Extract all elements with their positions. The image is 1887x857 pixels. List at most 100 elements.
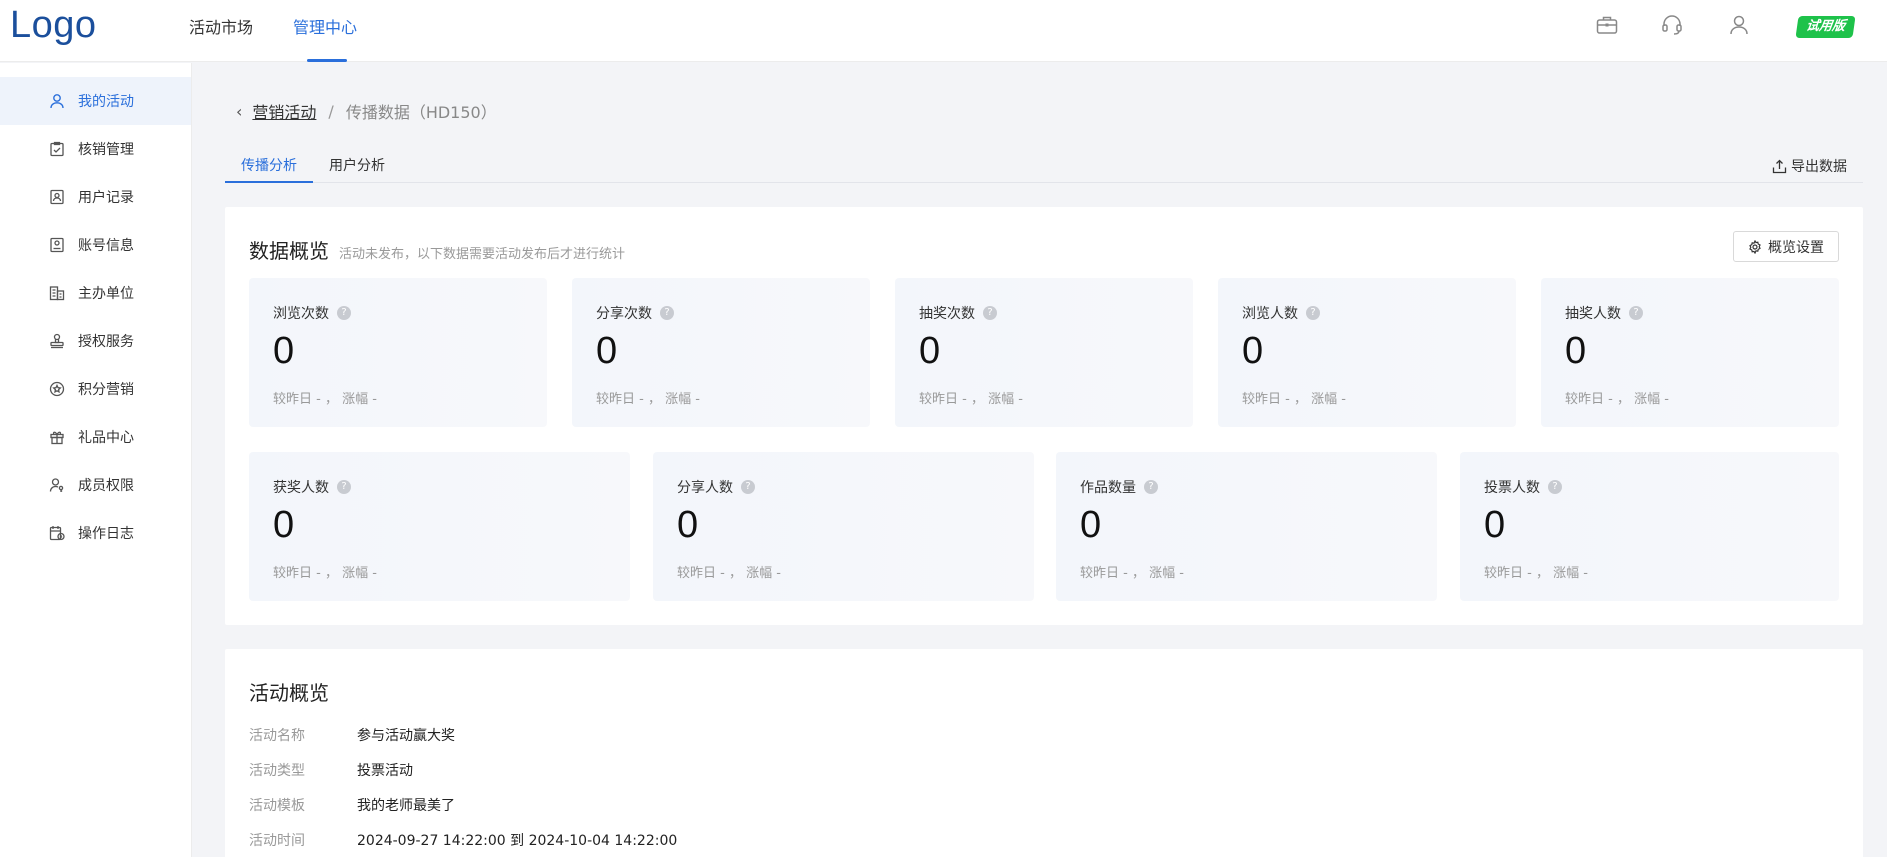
stamp-icon (48, 332, 66, 350)
section-title: 活动概览 (249, 681, 329, 705)
gift-icon (48, 428, 66, 446)
stat-value: 0 (919, 330, 941, 372)
breadcrumb: ‹ 营销活动 / 传播数据（HD150） (236, 99, 497, 123)
stat-value: 0 (1242, 330, 1264, 372)
help-icon[interactable]: ? (1629, 306, 1643, 320)
stat-trend: 较昨日 - ， 涨幅 - (919, 392, 1023, 407)
stat-trend: 较昨日 - ， 涨幅 - (273, 392, 377, 407)
activity-overview-panel: 活动概览 活动名称 参与活动赢大奖 活动类型 投票活动 活动模板 我的老师最美了… (225, 649, 1863, 857)
export-data-button[interactable]: 导出数据 (1772, 156, 1847, 176)
help-icon[interactable]: ? (337, 480, 351, 494)
sidebar-item-gift-center[interactable]: 礼品中心 (0, 413, 191, 461)
breadcrumb-current: 传播数据（HD150） (345, 103, 497, 122)
gear-icon (1749, 239, 1761, 254)
stat-card: 分享次数? 0 较昨日 - ， 涨幅 - (572, 278, 870, 427)
stat-value: 0 (1565, 330, 1587, 372)
sidebar-item-organizer[interactable]: 主办单位 (0, 269, 191, 317)
stat-trend: 较昨日 - ， 涨幅 - (596, 392, 700, 407)
stat-card: 获奖人数? 0 较昨日 - ， 涨幅 - (249, 452, 630, 601)
help-icon[interactable]: ? (1306, 306, 1320, 320)
info-value: 参与活动赢大奖 (357, 728, 455, 744)
analysis-tabs: 传播分析 用户分析 导出数据 (225, 152, 1863, 183)
help-icon[interactable]: ? (741, 480, 755, 494)
help-icon[interactable]: ? (1548, 480, 1562, 494)
info-row: 活动类型 投票活动 (249, 760, 413, 780)
top-nav: 活动市场 管理中心 (189, 0, 397, 62)
headset-icon[interactable] (1659, 12, 1685, 38)
briefcase-icon[interactable] (1594, 12, 1620, 38)
export-icon (1772, 159, 1787, 173)
sidebar-item-account-info[interactable]: 账号信息 (0, 221, 191, 269)
stat-trend: 较昨日 - ， 涨幅 - (1484, 566, 1588, 581)
id-card-icon (48, 236, 66, 254)
help-icon[interactable]: ? (660, 306, 674, 320)
stat-value: 0 (273, 504, 295, 546)
info-key: 活动时间 (249, 833, 305, 849)
sidebar-item-verification[interactable]: 核销管理 (0, 125, 191, 173)
stat-label: 投票人数 (1484, 480, 1540, 496)
stat-trend: 较昨日 - ， 涨幅 - (1565, 392, 1669, 407)
export-data-label: 导出数据 (1791, 159, 1847, 175)
help-icon[interactable]: ? (1144, 480, 1158, 494)
section-subtitle: 活动未发布，以下数据需要活动发布后才进行统计 (339, 247, 626, 262)
stat-trend: 较昨日 - ， 涨幅 - (1080, 566, 1184, 581)
stat-trend: 较昨日 - ， 涨幅 - (677, 566, 781, 581)
overview-settings-button[interactable]: 概览设置 (1733, 231, 1839, 262)
info-row: 活动时间 2024-09-27 14:22:00 到 2024-10-04 14… (249, 830, 677, 850)
info-value: 我的老师最美了 (357, 798, 455, 814)
stat-card: 浏览次数? 0 较昨日 - ， 涨幅 - (249, 278, 547, 427)
sidebar-item-label: 积分营销 (78, 382, 134, 398)
data-overview-title: 数据概览 活动未发布，以下数据需要活动发布后才进行统计 (249, 235, 625, 264)
log-calendar-icon (48, 524, 66, 542)
clipboard-check-icon (48, 140, 66, 158)
sidebar-item-label: 核销管理 (78, 142, 134, 158)
stat-label: 抽奖次数 (919, 306, 975, 322)
back-chevron-icon[interactable]: ‹ (236, 102, 242, 121)
stat-label: 浏览次数 (273, 306, 329, 322)
stat-card: 作品数量? 0 较昨日 - ， 涨幅 - (1056, 452, 1437, 601)
info-key: 活动模板 (249, 798, 305, 814)
user-card-icon (48, 188, 66, 206)
breadcrumb-parent-link[interactable]: 营销活动 (252, 99, 316, 123)
info-row: 活动名称 参与活动赢大奖 (249, 725, 455, 745)
topnav-activity-market[interactable]: 活动市场 (189, 0, 253, 62)
sidebar-item-points-marketing[interactable]: 积分营销 (0, 365, 191, 413)
info-value: 投票活动 (357, 763, 413, 779)
stat-label: 作品数量 (1080, 480, 1136, 496)
star-circle-icon (48, 380, 66, 398)
user-key-icon (48, 476, 66, 494)
top-header: Logo 活动市场 管理中心 试用版 (0, 0, 1887, 62)
breadcrumb-separator: / (328, 101, 334, 121)
sidebar-item-label: 授权服务 (78, 334, 134, 350)
topnav-management-center[interactable]: 管理中心 (293, 0, 357, 62)
stat-value: 0 (596, 330, 618, 372)
stat-value: 0 (1080, 504, 1102, 546)
sidebar-item-label: 用户记录 (78, 190, 134, 206)
help-icon[interactable]: ? (983, 306, 997, 320)
stat-card: 浏览人数? 0 较昨日 - ， 涨幅 - (1218, 278, 1516, 427)
info-key: 活动类型 (249, 763, 305, 779)
sidebar-item-user-records[interactable]: 用户记录 (0, 173, 191, 221)
tab-spread-analysis[interactable]: 传播分析 (225, 152, 313, 183)
stat-label: 抽奖人数 (1565, 306, 1621, 322)
logo[interactable]: Logo (10, 4, 97, 47)
sidebar-item-member-permissions[interactable]: 成员权限 (0, 461, 191, 509)
sidebar-item-label: 我的活动 (78, 94, 134, 110)
sidebar: 我的活动 核销管理 用户记录 账号信息 主办单位 授权服务 积分营销 礼品中心 … (0, 63, 192, 857)
sidebar-item-my-activities[interactable]: 我的活动 (0, 77, 191, 125)
trial-badge[interactable]: 试用版 (1795, 16, 1856, 38)
overview-settings-label: 概览设置 (1768, 239, 1824, 256)
user-icon (48, 92, 66, 110)
sidebar-item-authorization[interactable]: 授权服务 (0, 317, 191, 365)
stat-label: 分享次数 (596, 306, 652, 322)
user-icon[interactable] (1726, 12, 1752, 38)
stat-value: 0 (273, 330, 295, 372)
sidebar-item-label: 主办单位 (78, 286, 134, 302)
sidebar-item-label: 操作日志 (78, 526, 134, 542)
sidebar-item-operation-log[interactable]: 操作日志 (0, 509, 191, 557)
tab-user-analysis[interactable]: 用户分析 (313, 152, 401, 182)
help-icon[interactable]: ? (337, 306, 351, 320)
activity-overview-title: 活动概览 (249, 677, 329, 706)
section-title: 数据概览 (249, 239, 329, 263)
stat-value: 0 (1484, 504, 1506, 546)
